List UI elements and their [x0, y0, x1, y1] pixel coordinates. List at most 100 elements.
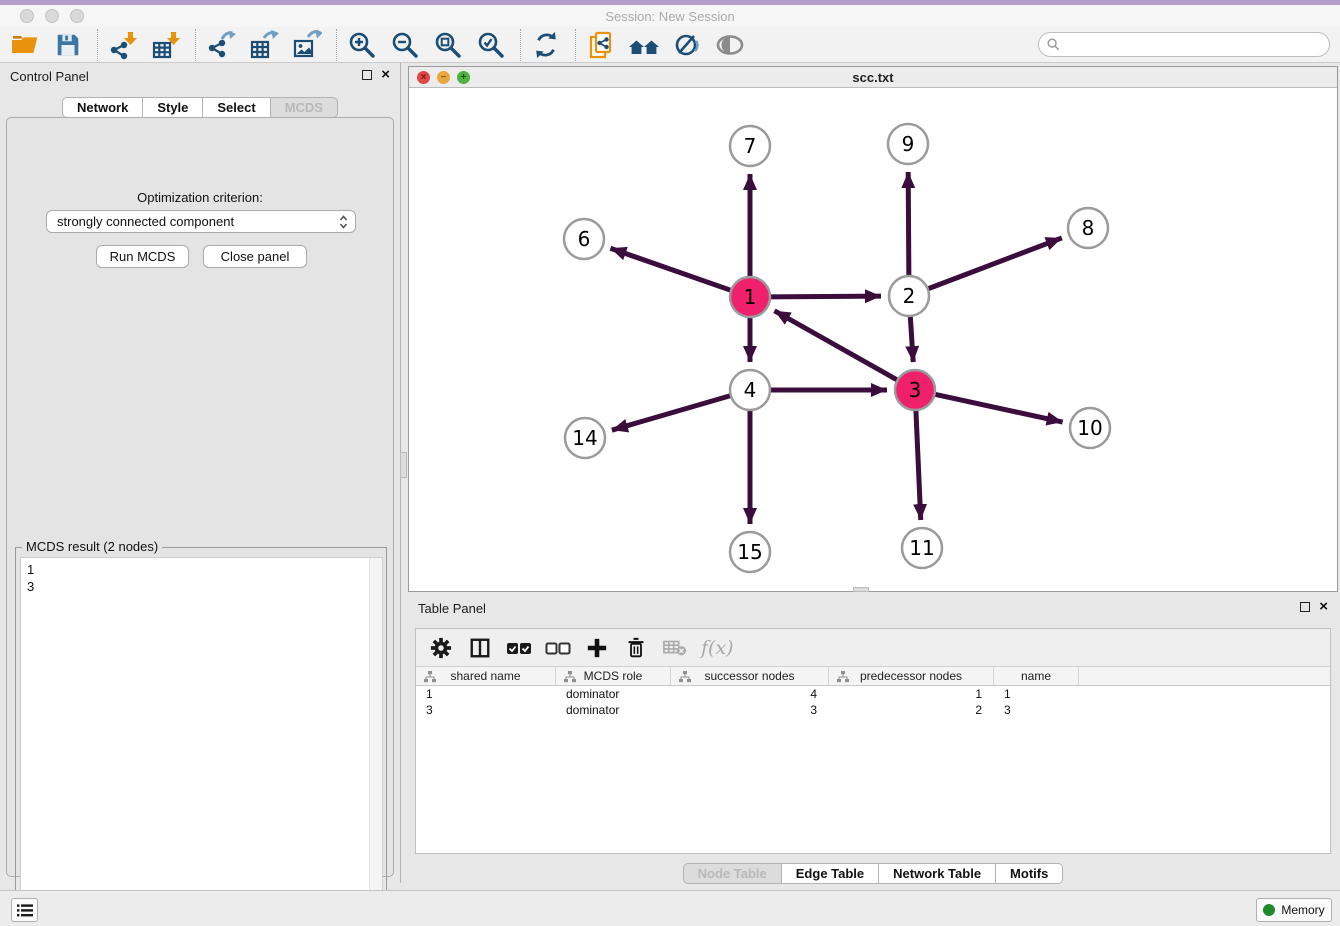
- cell-mcds-role[interactable]: dominator: [556, 686, 671, 702]
- zoom-out-icon[interactable]: [388, 28, 422, 62]
- float-panel-icon[interactable]: [1300, 602, 1310, 612]
- criterion-dropdown[interactable]: strongly connected component: [46, 210, 356, 233]
- table-panel-header: Table Panel ×: [408, 595, 1338, 621]
- export-network-icon[interactable]: [204, 28, 238, 62]
- graph-node-3[interactable]: 3: [895, 370, 935, 410]
- search-input[interactable]: [1065, 37, 1329, 52]
- delete-column-icon[interactable]: [623, 635, 649, 661]
- column-view-icon[interactable]: [467, 635, 493, 661]
- graph-node-6[interactable]: 6: [564, 219, 604, 259]
- tab-network-table[interactable]: Network Table: [879, 863, 996, 884]
- tab-style[interactable]: Style: [143, 97, 203, 118]
- network-canvas[interactable]: 7 9 6 8 1 2 4 3 14 10 15 11: [409, 88, 1337, 592]
- graph-node-15[interactable]: 15: [730, 532, 770, 572]
- column-header-predecessor-nodes[interactable]: predecessor nodes: [829, 667, 994, 685]
- graph-node-9[interactable]: 9: [888, 124, 928, 164]
- import-table-icon[interactable]: [149, 28, 183, 62]
- svg-text:9: 9: [902, 132, 915, 156]
- cell-name[interactable]: 3: [994, 702, 1079, 718]
- run-mcds-button[interactable]: Run MCDS: [96, 245, 189, 268]
- graph-edge-2-9[interactable]: [908, 172, 909, 278]
- graph-edge-2-8[interactable]: [926, 238, 1062, 290]
- copy-style-icon[interactable]: [584, 28, 618, 62]
- result-scrollbar[interactable]: [369, 558, 382, 918]
- close-panel-icon[interactable]: ×: [381, 69, 390, 80]
- vertical-splitter-handle[interactable]: [400, 452, 407, 478]
- tab-network[interactable]: Network: [62, 97, 143, 118]
- cell-successor-nodes[interactable]: 3: [671, 702, 829, 718]
- svg-text:11: 11: [909, 536, 934, 560]
- column-header-mcds-role[interactable]: MCDS role: [556, 667, 671, 685]
- task-history-button[interactable]: [11, 898, 38, 922]
- show-hide-details-icon[interactable]: [713, 28, 747, 62]
- table-body[interactable]: 1dominator4113dominator323: [416, 686, 1330, 853]
- table-row-2[interactable]: 3dominator323: [416, 702, 1330, 718]
- cell-shared-name[interactable]: 1: [416, 686, 556, 702]
- control-panel-tabs: NetworkStyleSelectMCDS: [0, 97, 400, 118]
- tab-mcds[interactable]: MCDS: [271, 97, 338, 118]
- svg-text:1: 1: [744, 285, 757, 309]
- tab-node-table[interactable]: Node Table: [683, 863, 782, 884]
- table-row-1[interactable]: 1dominator411: [416, 686, 1330, 702]
- first-neighbors-icon[interactable]: [627, 28, 661, 62]
- mcds-result-textarea[interactable]: 1 3: [20, 557, 383, 919]
- svg-text:4: 4: [744, 378, 757, 402]
- graph-edge-3-11[interactable]: [916, 408, 921, 520]
- horizontal-splitter-handle[interactable]: [853, 587, 869, 592]
- zoom-fit-icon[interactable]: [431, 28, 465, 62]
- cell-name[interactable]: 1: [994, 686, 1079, 702]
- select-all-checkboxes-icon[interactable]: [506, 635, 532, 661]
- control-panel-header: Control Panel ×: [0, 63, 400, 89]
- svg-text:7: 7: [744, 134, 757, 158]
- tab-motifs[interactable]: Motifs: [996, 863, 1063, 884]
- zoom-selected-icon[interactable]: [474, 28, 508, 62]
- cell-mcds-role[interactable]: dominator: [556, 702, 671, 718]
- import-network-icon[interactable]: [106, 28, 140, 62]
- graph-node-14[interactable]: 14: [565, 418, 605, 458]
- export-table-icon[interactable]: [247, 28, 281, 62]
- cell-predecessor-nodes[interactable]: 2: [829, 702, 994, 718]
- add-column-icon[interactable]: [584, 635, 610, 661]
- graph-edge-4-14[interactable]: [612, 395, 733, 430]
- zoom-in-icon[interactable]: [345, 28, 379, 62]
- apply-layout-icon[interactable]: [529, 28, 563, 62]
- toolbar-separator: [97, 29, 98, 61]
- float-panel-icon[interactable]: [362, 70, 372, 80]
- svg-text:6: 6: [578, 227, 591, 251]
- status-bar: Memory: [0, 890, 1340, 926]
- tab-edge-table[interactable]: Edge Table: [782, 863, 879, 884]
- network-window-titlebar[interactable]: × − + scc.txt: [409, 67, 1337, 88]
- close-panel-icon[interactable]: ×: [1319, 601, 1328, 612]
- settings-gear-icon[interactable]: [428, 635, 454, 661]
- column-header-shared-name[interactable]: shared name: [416, 667, 556, 685]
- graph-node-4[interactable]: 4: [730, 370, 770, 410]
- graph-node-11[interactable]: 11: [902, 528, 942, 568]
- graph-node-1[interactable]: 1: [730, 277, 770, 317]
- cell-successor-nodes[interactable]: 4: [671, 686, 829, 702]
- mcds-tab-content: Optimization criterion: strongly connect…: [6, 117, 394, 877]
- graph-edge-3-10[interactable]: [933, 394, 1063, 422]
- column-header-name[interactable]: name: [994, 667, 1079, 685]
- graph-node-2[interactable]: 2: [889, 276, 929, 316]
- memory-status-icon: [1263, 904, 1275, 916]
- graph-edge-1-6[interactable]: [610, 248, 733, 291]
- show-hide-graphics-icon[interactable]: [670, 28, 704, 62]
- memory-button[interactable]: Memory: [1256, 898, 1332, 922]
- graph-node-8[interactable]: 8: [1068, 208, 1108, 248]
- save-session-icon[interactable]: [51, 28, 85, 62]
- cell-predecessor-nodes[interactable]: 1: [829, 686, 994, 702]
- tab-select[interactable]: Select: [203, 97, 270, 118]
- export-image-icon[interactable]: [290, 28, 324, 62]
- graph-node-10[interactable]: 10: [1070, 408, 1110, 448]
- graph-edge-1-2[interactable]: [768, 296, 881, 297]
- cell-shared-name[interactable]: 3: [416, 702, 556, 718]
- graph-node-7[interactable]: 7: [730, 126, 770, 166]
- deselect-all-checkboxes-icon[interactable]: [545, 635, 571, 661]
- graph-edge-3-1[interactable]: [774, 311, 899, 381]
- open-session-icon[interactable]: [8, 28, 42, 62]
- close-panel-button[interactable]: Close panel: [203, 245, 307, 268]
- svg-text:15: 15: [737, 540, 762, 564]
- graph-edge-2-3[interactable]: [910, 314, 913, 362]
- column-header-successor-nodes[interactable]: successor nodes: [671, 667, 829, 685]
- column-header-filler: [1079, 667, 1330, 685]
